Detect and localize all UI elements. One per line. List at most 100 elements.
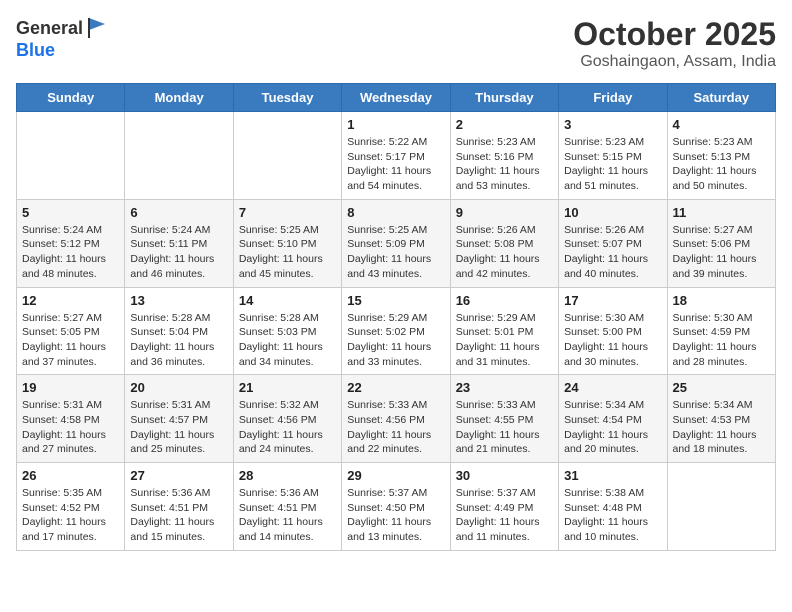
calendar-header: SundayMondayTuesdayWednesdayThursdayFrid… bbox=[17, 84, 776, 112]
calendar-cell: 4 Sunrise: 5:23 AM Sunset: 5:13 PM Daylig… bbox=[667, 112, 775, 200]
day-number: 30 bbox=[456, 468, 553, 483]
calendar-cell: 21Sunrise: 5:32 AM Sunset: 4:56 PM Dayli… bbox=[233, 375, 341, 463]
day-number: 1 bbox=[347, 117, 444, 132]
day-info: Sunrise: 5:29 AM Sunset: 5:02 PM Dayligh… bbox=[347, 311, 444, 370]
logo-flag-icon bbox=[85, 16, 109, 40]
calendar-cell: 17 Sunrise: 5:30 AM Sunset: 5:00 PM Dayli… bbox=[559, 287, 667, 375]
calendar-cell: 23Sunrise: 5:33 AM Sunset: 4:55 PM Dayli… bbox=[450, 375, 558, 463]
day-info: Sunrise: 5:25 AM Sunset: 5:10 PM Dayligh… bbox=[239, 223, 336, 282]
calendar-cell bbox=[125, 112, 233, 200]
calendar-week-row: 19 Sunrise: 5:31 AM Sunset: 4:58 PM Dayli… bbox=[17, 375, 776, 463]
calendar-table: SundayMondayTuesdayWednesdayThursdayFrid… bbox=[16, 83, 776, 551]
calendar-cell: 12Sunrise: 5:27 AM Sunset: 5:05 PM Dayli… bbox=[17, 287, 125, 375]
day-number: 10 bbox=[564, 205, 661, 220]
day-number: 17 bbox=[564, 293, 661, 308]
day-info: Sunrise: 5:27 AM Sunset: 5:06 PM Dayligh… bbox=[673, 223, 770, 282]
calendar-cell: 14Sunrise: 5:28 AM Sunset: 5:03 PM Dayli… bbox=[233, 287, 341, 375]
day-number: 8 bbox=[347, 205, 444, 220]
calendar-week-row: 26 Sunrise: 5:35 AM Sunset: 4:52 PM Dayli… bbox=[17, 463, 776, 551]
day-info: Sunrise: 5:36 AM Sunset: 4:51 PM Dayligh… bbox=[239, 486, 336, 545]
day-number: 25 bbox=[673, 380, 770, 395]
day-info: Sunrise: 5:23 AM Sunset: 5:15 PM Dayligh… bbox=[564, 135, 661, 194]
day-info: Sunrise: 5:37 AM Sunset: 4:50 PM Dayligh… bbox=[347, 486, 444, 545]
calendar-week-row: 1 Sunrise: 5:22 AM Sunset: 5:17 PM Daylig… bbox=[17, 112, 776, 200]
day-number: 26 bbox=[22, 468, 119, 483]
logo: General Blue bbox=[16, 16, 109, 61]
day-number: 15 bbox=[347, 293, 444, 308]
day-info: Sunrise: 5:23 AM Sunset: 5:16 PM Dayligh… bbox=[456, 135, 553, 194]
weekday-header-wednesday: Wednesday bbox=[342, 84, 450, 112]
day-number: 2 bbox=[456, 117, 553, 132]
day-info: Sunrise: 5:22 AM Sunset: 5:17 PM Dayligh… bbox=[347, 135, 444, 194]
calendar-cell: 3 Sunrise: 5:23 AM Sunset: 5:15 PM Daylig… bbox=[559, 112, 667, 200]
day-info: Sunrise: 5:28 AM Sunset: 5:04 PM Dayligh… bbox=[130, 311, 227, 370]
day-number: 5 bbox=[22, 205, 119, 220]
logo-general-text: General bbox=[16, 18, 83, 39]
calendar-cell bbox=[667, 463, 775, 551]
month-title: October 2025 bbox=[573, 16, 776, 53]
page-header: General Blue October 2025 Goshaingaon, A… bbox=[16, 16, 776, 71]
day-info: Sunrise: 5:27 AM Sunset: 5:05 PM Dayligh… bbox=[22, 311, 119, 370]
weekday-header-thursday: Thursday bbox=[450, 84, 558, 112]
day-number: 16 bbox=[456, 293, 553, 308]
calendar-cell: 28 Sunrise: 5:36 AM Sunset: 4:51 PM Dayli… bbox=[233, 463, 341, 551]
weekday-header-monday: Monday bbox=[125, 84, 233, 112]
location-subtitle: Goshaingaon, Assam, India bbox=[573, 53, 776, 71]
day-info: Sunrise: 5:31 AM Sunset: 4:58 PM Dayligh… bbox=[22, 398, 119, 457]
day-number: 6 bbox=[130, 205, 227, 220]
logo-blue-text: Blue bbox=[16, 40, 55, 61]
day-number: 21 bbox=[239, 380, 336, 395]
weekday-header-tuesday: Tuesday bbox=[233, 84, 341, 112]
calendar-cell: 22 Sunrise: 5:33 AM Sunset: 4:56 PM Dayli… bbox=[342, 375, 450, 463]
calendar-body: 1 Sunrise: 5:22 AM Sunset: 5:17 PM Daylig… bbox=[17, 112, 776, 551]
day-info: Sunrise: 5:30 AM Sunset: 4:59 PM Dayligh… bbox=[673, 311, 770, 370]
day-info: Sunrise: 5:33 AM Sunset: 4:56 PM Dayligh… bbox=[347, 398, 444, 457]
day-number: 22 bbox=[347, 380, 444, 395]
weekday-header-friday: Friday bbox=[559, 84, 667, 112]
weekday-header-saturday: Saturday bbox=[667, 84, 775, 112]
calendar-cell: 10 Sunrise: 5:26 AM Sunset: 5:07 PM Dayli… bbox=[559, 199, 667, 287]
calendar-cell: 27Sunrise: 5:36 AM Sunset: 4:51 PM Dayli… bbox=[125, 463, 233, 551]
day-info: Sunrise: 5:26 AM Sunset: 5:07 PM Dayligh… bbox=[564, 223, 661, 282]
day-number: 23 bbox=[456, 380, 553, 395]
day-info: Sunrise: 5:25 AM Sunset: 5:09 PM Dayligh… bbox=[347, 223, 444, 282]
day-info: Sunrise: 5:38 AM Sunset: 4:48 PM Dayligh… bbox=[564, 486, 661, 545]
day-number: 20 bbox=[130, 380, 227, 395]
calendar-cell: 7 Sunrise: 5:25 AM Sunset: 5:10 PM Daylig… bbox=[233, 199, 341, 287]
weekday-header-sunday: Sunday bbox=[17, 84, 125, 112]
day-number: 7 bbox=[239, 205, 336, 220]
day-number: 29 bbox=[347, 468, 444, 483]
day-number: 28 bbox=[239, 468, 336, 483]
day-info: Sunrise: 5:34 AM Sunset: 4:54 PM Dayligh… bbox=[564, 398, 661, 457]
day-info: Sunrise: 5:24 AM Sunset: 5:11 PM Dayligh… bbox=[130, 223, 227, 282]
calendar-cell: 26 Sunrise: 5:35 AM Sunset: 4:52 PM Dayli… bbox=[17, 463, 125, 551]
day-info: Sunrise: 5:28 AM Sunset: 5:03 PM Dayligh… bbox=[239, 311, 336, 370]
day-number: 19 bbox=[22, 380, 119, 395]
day-number: 31 bbox=[564, 468, 661, 483]
day-info: Sunrise: 5:34 AM Sunset: 4:53 PM Dayligh… bbox=[673, 398, 770, 457]
day-number: 18 bbox=[673, 293, 770, 308]
calendar-cell: 24Sunrise: 5:34 AM Sunset: 4:54 PM Dayli… bbox=[559, 375, 667, 463]
day-number: 27 bbox=[130, 468, 227, 483]
day-info: Sunrise: 5:30 AM Sunset: 5:00 PM Dayligh… bbox=[564, 311, 661, 370]
calendar-cell bbox=[233, 112, 341, 200]
calendar-cell: 15 Sunrise: 5:29 AM Sunset: 5:02 PM Dayli… bbox=[342, 287, 450, 375]
calendar-cell: 9Sunrise: 5:26 AM Sunset: 5:08 PM Daylig… bbox=[450, 199, 558, 287]
day-number: 11 bbox=[673, 205, 770, 220]
day-number: 3 bbox=[564, 117, 661, 132]
day-info: Sunrise: 5:35 AM Sunset: 4:52 PM Dayligh… bbox=[22, 486, 119, 545]
title-area: October 2025 Goshaingaon, Assam, India bbox=[573, 16, 776, 71]
day-number: 4 bbox=[673, 117, 770, 132]
calendar-cell: 31 Sunrise: 5:38 AM Sunset: 4:48 PM Dayli… bbox=[559, 463, 667, 551]
calendar-week-row: 12Sunrise: 5:27 AM Sunset: 5:05 PM Dayli… bbox=[17, 287, 776, 375]
calendar-cell: 11 Sunrise: 5:27 AM Sunset: 5:06 PM Dayli… bbox=[667, 199, 775, 287]
calendar-cell: 6 Sunrise: 5:24 AM Sunset: 5:11 PM Daylig… bbox=[125, 199, 233, 287]
calendar-cell: 8 Sunrise: 5:25 AM Sunset: 5:09 PM Daylig… bbox=[342, 199, 450, 287]
calendar-cell: 5Sunrise: 5:24 AM Sunset: 5:12 PM Daylig… bbox=[17, 199, 125, 287]
calendar-cell: 13Sunrise: 5:28 AM Sunset: 5:04 PM Dayli… bbox=[125, 287, 233, 375]
day-info: Sunrise: 5:23 AM Sunset: 5:13 PM Dayligh… bbox=[673, 135, 770, 194]
weekday-header-row: SundayMondayTuesdayWednesdayThursdayFrid… bbox=[17, 84, 776, 112]
day-info: Sunrise: 5:37 AM Sunset: 4:49 PM Dayligh… bbox=[456, 486, 553, 545]
calendar-cell: 19 Sunrise: 5:31 AM Sunset: 4:58 PM Dayli… bbox=[17, 375, 125, 463]
calendar-cell: 2 Sunrise: 5:23 AM Sunset: 5:16 PM Daylig… bbox=[450, 112, 558, 200]
